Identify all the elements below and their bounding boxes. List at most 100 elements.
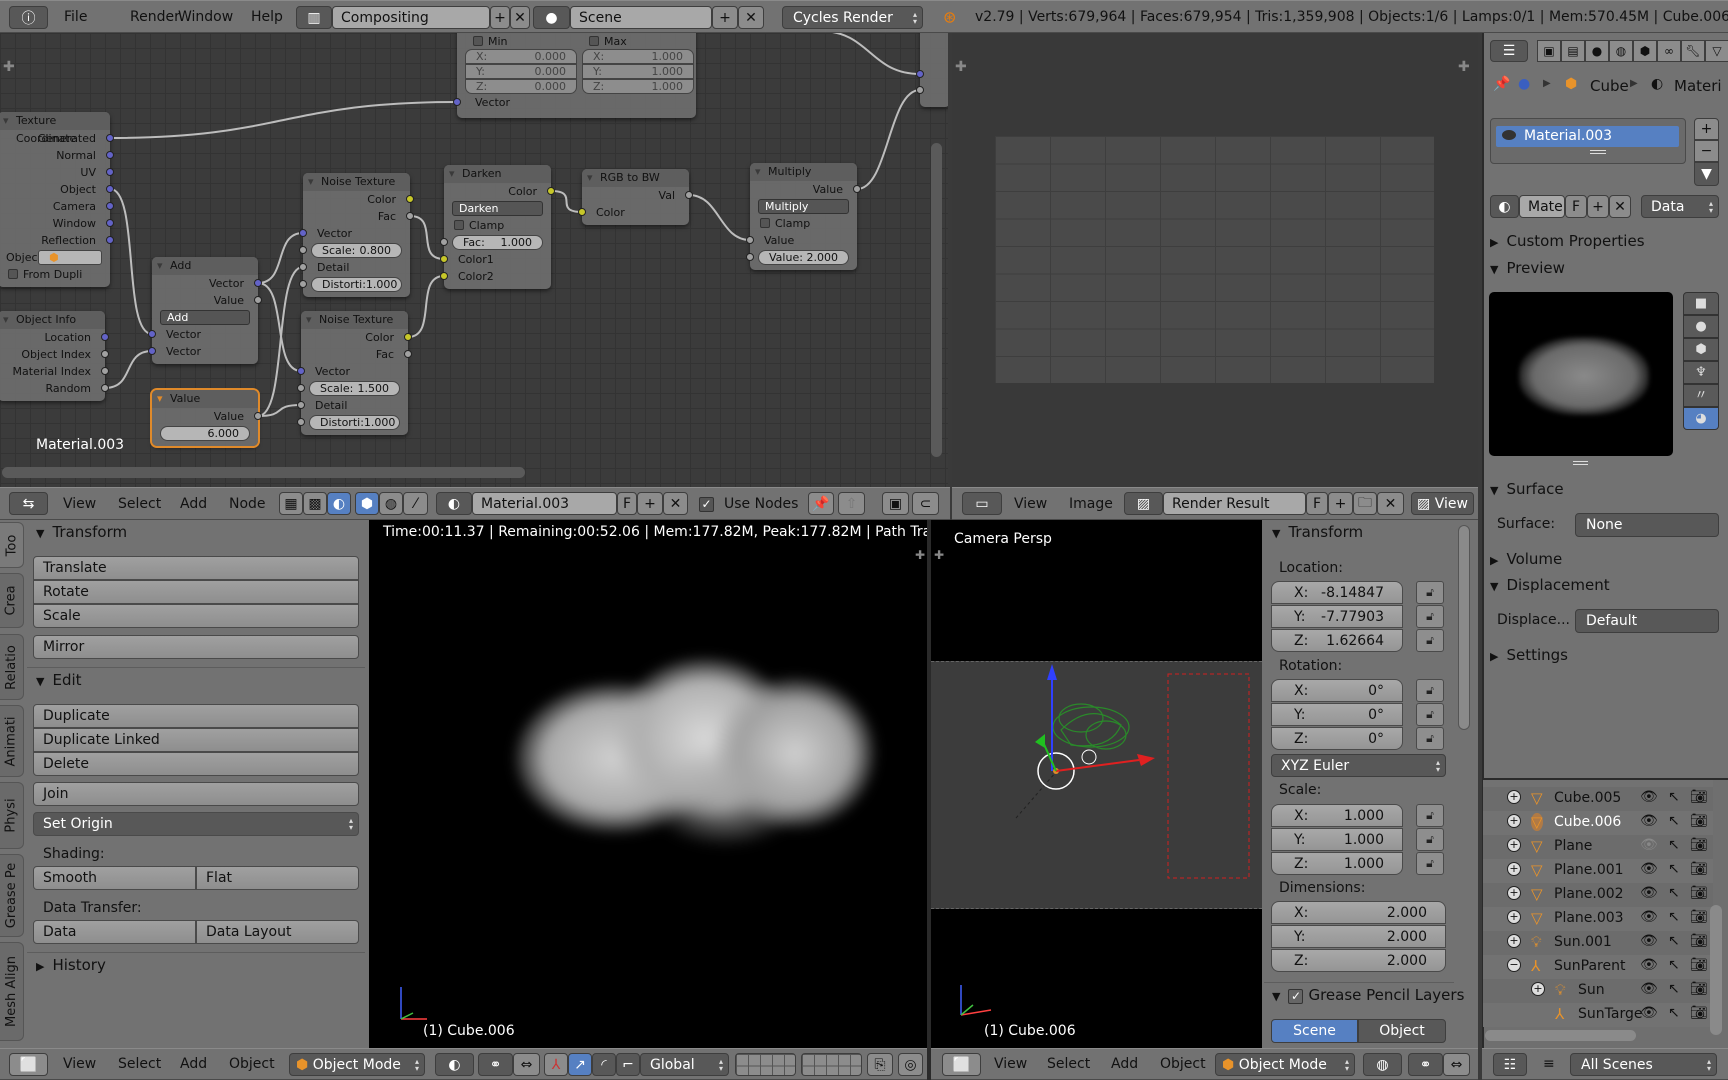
new-image-button[interactable]: + — [1328, 492, 1353, 515]
object-icon[interactable]: ⬢ — [1633, 40, 1657, 62]
location-x-field[interactable]: X: -8.14847 — [1271, 581, 1403, 604]
editor-type-button[interactable]: ⇆ — [9, 492, 48, 515]
val-socket[interactable] — [254, 296, 262, 304]
menu-view[interactable]: View — [1014, 496, 1047, 512]
node-editor-add-icon[interactable]: ✚ — [3, 59, 15, 75]
preview-plane-icon[interactable]: ■ — [1683, 292, 1719, 315]
grease-pencil-header[interactable]: ▼ ✓ Grease Pencil Layers — [1272, 986, 1464, 1004]
object-name[interactable]: Sun — [1578, 982, 1605, 998]
preview-resize-handle[interactable] — [1573, 461, 1588, 465]
outliner-hscrollbar[interactable] — [1485, 1030, 1636, 1041]
translate-button[interactable]: Translate — [33, 556, 359, 580]
vec-socket[interactable] — [148, 347, 156, 355]
node-object-info[interactable]: Object Info Location Object Index Material … — [0, 311, 109, 401]
vec-socket[interactable] — [299, 229, 307, 237]
view-mode-select[interactable]: ▨ View — [1411, 492, 1474, 515]
surface-shader-select[interactable]: None — [1575, 513, 1719, 537]
fake-user-button[interactable]: F — [1565, 195, 1587, 218]
outliner-item[interactable]: − ⅄ SunParent 👁︎ ↖ 📷︎ — [1483, 955, 1713, 979]
outliner-vscrollbar[interactable] — [1710, 905, 1722, 1035]
vec-socket[interactable] — [106, 185, 114, 193]
node-mapping[interactable]: Min Max X: 0.000 Y: 0.000 Z: 0.000 X: 1.000 Y: 1.… — [453, 33, 696, 118]
menu-add[interactable]: Add — [180, 496, 207, 512]
select-cursor-icon[interactable]: ↖ — [1668, 789, 1680, 805]
object-shader-icon[interactable]: ⬢ — [355, 492, 379, 515]
node-checkbox[interactable] — [8, 269, 18, 279]
scene-field[interactable]: Scene — [570, 6, 712, 29]
new-material-button[interactable]: + — [1587, 195, 1609, 218]
outliner-item[interactable]: + ▽ Plane.003 👁︎ ↖ 📷︎ — [1483, 907, 1713, 931]
dimensions-y-field[interactable]: Y: 2.000 — [1271, 925, 1446, 948]
info-editor-button[interactable]: ⓘ — [9, 6, 48, 29]
node-checkbox[interactable] — [454, 220, 464, 230]
set-origin-select[interactable]: Set Origin — [33, 812, 359, 836]
grease-pencil-scene-button[interactable]: Scene — [1271, 1019, 1358, 1043]
eye-icon[interactable]: 👁︎ — [1640, 861, 1658, 877]
menu-file[interactable]: File — [64, 9, 87, 25]
menu-add[interactable]: Add — [180, 1056, 207, 1072]
unlink-material-button[interactable]: ✕ — [1609, 195, 1631, 218]
val-socket[interactable] — [299, 246, 307, 254]
scale-x-field[interactable]: X: 1.000 — [1271, 804, 1403, 827]
material-tree-icon[interactable]: ◐ — [327, 492, 351, 515]
scene-icon[interactable]: ● — [533, 6, 570, 29]
select-cursor-icon[interactable]: ↖ — [1668, 837, 1680, 853]
eye-icon[interactable]: 👁︎ — [1640, 981, 1658, 997]
rotate-button[interactable]: Rotate — [33, 580, 359, 604]
col-socket[interactable] — [440, 255, 448, 263]
menu-select[interactable]: Select — [118, 1056, 161, 1072]
custom-properties-header[interactable]: ▶ Custom Properties — [1490, 232, 1645, 250]
object-name[interactable]: Plane.002 — [1554, 886, 1624, 902]
vec-socket[interactable] — [106, 134, 114, 142]
node-title[interactable]: Noise Texture — [303, 173, 410, 191]
val-socket[interactable] — [746, 236, 754, 244]
node-title[interactable]: Texture Coordinate — [0, 112, 110, 145]
mapping-vector-socket[interactable] — [453, 98, 461, 106]
node-number-field[interactable]: Value: 2.000 — [758, 250, 849, 265]
object-name[interactable]: Plane — [1554, 838, 1592, 854]
col-socket[interactable] — [404, 333, 412, 341]
transform-panel-header[interactable]: ▼ Transform — [36, 523, 127, 541]
pivot-align-icon[interactable]: ⇔ — [1443, 1053, 1470, 1076]
val-socket[interactable] — [297, 418, 305, 426]
val-socket[interactable] — [853, 185, 861, 193]
vec-socket[interactable] — [101, 333, 109, 341]
val-socket[interactable] — [440, 238, 448, 246]
node-checkbox[interactable] — [760, 218, 770, 228]
node-title[interactable]: Darken — [444, 165, 551, 183]
node-noise-texture[interactable]: Noise Texture Color Fac Vector Scale:0.800 De… — [299, 173, 414, 297]
delete-button[interactable]: Delete — [33, 752, 359, 776]
object-name[interactable]: Plane.001 — [1554, 862, 1624, 878]
outliner-display-select[interactable]: All Scenes — [1570, 1053, 1717, 1076]
camera-viewport[interactable]: ✚ Camera Persp (1) Cube.006 — [931, 520, 1262, 1048]
select-cursor-icon[interactable]: ↖ — [1668, 957, 1680, 973]
min-checkbox[interactable] — [473, 36, 483, 46]
rotation-z-field[interactable]: Z: 0° — [1271, 727, 1403, 750]
edit-panel-header[interactable]: ▼ Edit — [36, 671, 82, 689]
rotation-y-field[interactable]: Y: 0° — [1271, 703, 1403, 726]
val-socket[interactable] — [299, 280, 307, 288]
lock-icon[interactable]: 🔓︎ — [1416, 727, 1444, 750]
material-browse-icon[interactable]: ◐ — [1490, 195, 1519, 218]
col-socket[interactable] — [547, 187, 555, 195]
manipulator-toggle-icon[interactable]: ⅄ — [544, 1053, 568, 1076]
mode-select[interactable]: ⬢ Object Mode — [289, 1053, 425, 1076]
delete-screen-button[interactable]: ✕ — [510, 6, 530, 29]
object-name[interactable]: SunParent — [1554, 958, 1625, 974]
vec-socket[interactable] — [297, 367, 305, 375]
menu-object[interactable]: Object — [1160, 1056, 1206, 1072]
list-resize-handle[interactable] — [1590, 150, 1606, 154]
val-socket[interactable] — [685, 191, 693, 199]
lock-icon[interactable]: 🔓︎ — [1416, 679, 1444, 702]
tool-tab[interactable]: Relatio — [0, 634, 24, 700]
expand-toggle-icon[interactable]: + — [1507, 934, 1521, 948]
backdrop-icon[interactable]: ▣ — [882, 492, 909, 515]
select-cursor-icon[interactable]: ↖ — [1668, 813, 1680, 829]
expand-toggle-icon[interactable]: + — [1507, 910, 1521, 924]
expand-toggle-icon[interactable]: + — [1507, 790, 1521, 804]
smooth-button[interactable]: Smooth — [33, 866, 196, 890]
displacement-header[interactable]: ▼ Displacement — [1490, 576, 1610, 594]
node-number-field[interactable]: 6.000 — [160, 426, 250, 441]
val-socket[interactable] — [101, 384, 109, 392]
object-name[interactable]: Sun.001 — [1554, 934, 1612, 950]
